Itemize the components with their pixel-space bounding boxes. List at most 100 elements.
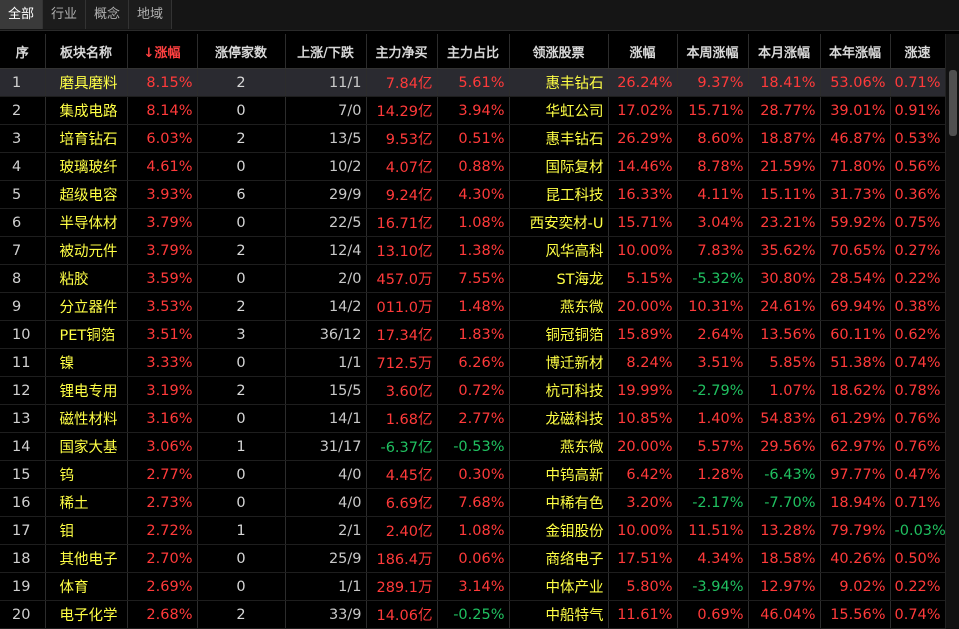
- sector-name-cell: 粘胶: [45, 264, 128, 293]
- col-header-index[interactable]: 序: [0, 34, 46, 69]
- speed-cell: 0.91%: [890, 96, 946, 125]
- up-down-count-cell: 11/1: [285, 68, 367, 97]
- tab-concept[interactable]: 概念: [86, 0, 130, 29]
- vertical-scrollbar[interactable]: [945, 34, 959, 629]
- main-ratio-cell: 0.72%: [437, 376, 510, 405]
- table-row[interactable]: 9 分立器件 3.53% 2 14/2 011.0万 1.48% 燕东微 20.00% 10.31…: [0, 292, 946, 321]
- leading-stock-cell: 华虹公司: [509, 96, 609, 125]
- limit-up-count-cell: 0: [197, 264, 286, 293]
- col-header-month-change[interactable]: 本月涨幅: [748, 34, 821, 69]
- speed-cell: 0.78%: [890, 376, 946, 405]
- row-index-cell: 1: [0, 68, 46, 97]
- sector-change-cell: 2.68%: [127, 600, 198, 629]
- limit-up-count-cell: 0: [197, 544, 286, 573]
- table-row[interactable]: 12 锂电专用 3.19% 2 15/5 3.60亿 0.72% 杭可科技 19.99% -2.7…: [0, 376, 946, 405]
- row-index-cell: 17: [0, 516, 46, 545]
- row-index-cell: 19: [0, 572, 46, 601]
- sector-change-cell: 2.73%: [127, 488, 198, 517]
- up-down-count-cell: 7/0: [285, 96, 367, 125]
- col-header-stock-change[interactable]: 涨幅: [608, 34, 678, 69]
- leading-stock-cell: 杭可科技: [509, 376, 609, 405]
- table-row[interactable]: 16 稀土 2.73% 0 4/0 6.69亿 7.68% 中稀有色 3.20% -2.17% -7…: [0, 488, 946, 517]
- sector-change-cell: 2.69%: [127, 572, 198, 601]
- table-row[interactable]: 19 体育 2.69% 0 1/1 289.1万 3.14% 中体产业 5.80% -3.94% 1…: [0, 572, 946, 601]
- year-change-cell: 51.38%: [820, 348, 891, 377]
- table-row[interactable]: 8 粘胶 3.59% 0 2/0 457.0万 7.55% ST海龙 5.15% -5.32% 30…: [0, 264, 946, 293]
- month-change-cell: 29.56%: [748, 432, 821, 461]
- tab-region[interactable]: 地域: [129, 0, 173, 29]
- tab-industry[interactable]: 行业: [43, 0, 87, 29]
- scrollbar-thumb[interactable]: [949, 70, 957, 136]
- leading-stock-cell: 中钨高新: [509, 460, 609, 489]
- year-change-cell: 15.56%: [820, 600, 891, 629]
- col-header-year-change[interactable]: 本年涨幅: [820, 34, 891, 69]
- sector-change-cell: 6.03%: [127, 124, 198, 153]
- stock-change-cell: 17.51%: [608, 544, 678, 573]
- limit-up-count-cell: 0: [197, 404, 286, 433]
- month-change-cell: 13.56%: [748, 320, 821, 349]
- table-row[interactable]: 1 磨具磨料 8.15% 2 11/1 7.84亿 5.61% 惠丰钻石 26.24% 9.37%…: [0, 68, 946, 97]
- col-header-week-change[interactable]: 本周涨幅: [677, 34, 749, 69]
- week-change-cell: -3.94%: [677, 572, 749, 601]
- table-row[interactable]: 2 集成电路 8.14% 0 7/0 14.29亿 3.94% 华虹公司 17.02% 15.71…: [0, 96, 946, 125]
- table-row[interactable]: 6 半导体材 3.79% 0 22/5 16.71亿 1.08% 西安奕材-U 15.71% 3.…: [0, 208, 946, 237]
- col-header-speed[interactable]: 涨速: [890, 34, 946, 69]
- sector-change-cell: 3.06%: [127, 432, 198, 461]
- month-change-cell: 13.28%: [748, 516, 821, 545]
- year-change-cell: 60.11%: [820, 320, 891, 349]
- limit-up-count-cell: 2: [197, 292, 286, 321]
- table-body: 1 磨具磨料 8.15% 2 11/1 7.84亿 5.61% 惠丰钻石 26.24% 9.37%…: [0, 68, 946, 629]
- month-change-cell: 35.62%: [748, 236, 821, 265]
- table-row[interactable]: 18 其他电子 2.70% 0 25/9 186.4万 0.06% 商络电子 17.51% 4.3…: [0, 544, 946, 573]
- limit-up-count-cell: 2: [197, 68, 286, 97]
- speed-cell: 0.75%: [890, 208, 946, 237]
- table-row[interactable]: 14 国家大基 3.06% 1 31/17 -6.37亿 -0.53% 燕东微 20.00% 5.…: [0, 432, 946, 461]
- limit-up-count-cell: 0: [197, 460, 286, 489]
- col-header-change-sorted[interactable]: ↓涨幅: [127, 34, 198, 69]
- row-index-cell: 11: [0, 348, 46, 377]
- col-header-main-net-buy[interactable]: 主力净买: [366, 34, 438, 69]
- sector-change-cell: 2.77%: [127, 460, 198, 489]
- col-header-up-down[interactable]: 上涨/下跌: [285, 34, 367, 69]
- table-row[interactable]: 7 被动元件 3.79% 2 12/4 13.10亿 1.38% 风华高科 10.00% 7.83…: [0, 236, 946, 265]
- month-change-cell: 15.11%: [748, 180, 821, 209]
- sector-name-cell: 钼: [45, 516, 128, 545]
- table-row[interactable]: 17 钼 2.72% 1 2/1 2.40亿 1.08% 金钼股份 10.00% 11.51% 13…: [0, 516, 946, 545]
- table-row[interactable]: 5 超级电容 3.93% 6 29/9 9.24亿 4.30% 昆工科技 16.33% 4.11%…: [0, 180, 946, 209]
- table-row[interactable]: 13 磁性材料 3.16% 0 14/1 1.68亿 2.77% 龙磁科技 10.85% 1.40…: [0, 404, 946, 433]
- week-change-cell: 1.28%: [677, 460, 749, 489]
- col-header-limit-up-count[interactable]: 涨停家数: [197, 34, 286, 69]
- up-down-count-cell: 10/2: [285, 152, 367, 181]
- col-header-sector-name[interactable]: 板块名称: [45, 34, 128, 69]
- week-change-cell: -5.32%: [677, 264, 749, 293]
- up-down-count-cell: 4/0: [285, 460, 367, 489]
- table-row[interactable]: 3 培育钻石 6.03% 2 13/5 9.53亿 0.51% 惠丰钻石 26.29% 8.60%…: [0, 124, 946, 153]
- row-index-cell: 10: [0, 320, 46, 349]
- stock-change-cell: 16.33%: [608, 180, 678, 209]
- leading-stock-cell: 惠丰钻石: [509, 124, 609, 153]
- week-change-cell: -2.79%: [677, 376, 749, 405]
- col-header-leading-stock[interactable]: 领涨股票: [509, 34, 609, 69]
- month-change-cell: 28.77%: [748, 96, 821, 125]
- table-row[interactable]: 20 电子化学 2.68% 2 33/9 14.06亿 -0.25% 中船特气 11.61% 0.…: [0, 600, 946, 629]
- main-ratio-cell: 1.08%: [437, 516, 510, 545]
- table-row[interactable]: 15 钨 2.77% 0 4/0 4.45亿 0.30% 中钨高新 6.42% 1.28% -6.4…: [0, 460, 946, 489]
- sort-indicator-icon: ↓: [143, 45, 155, 61]
- stock-change-cell: 17.02%: [608, 96, 678, 125]
- speed-cell: 0.38%: [890, 292, 946, 321]
- main-net-buy-cell: 17.34亿: [366, 320, 438, 349]
- up-down-count-cell: 31/17: [285, 432, 367, 461]
- table-row[interactable]: 11 镍 3.33% 0 1/1 712.5万 6.26% 博迁新材 8.24% 3.51% 5.8…: [0, 348, 946, 377]
- col-header-main-ratio[interactable]: 主力占比: [437, 34, 510, 69]
- leading-stock-cell: 燕东微: [509, 432, 609, 461]
- table-row[interactable]: 10 PET铜箔 3.51% 3 36/12 17.34亿 1.83% 铜冠铜箔 15.89% 2…: [0, 320, 946, 349]
- tab-all[interactable]: 全部: [0, 0, 44, 29]
- speed-cell: 0.53%: [890, 124, 946, 153]
- main-net-buy-cell: 7.84亿: [366, 68, 438, 97]
- main-net-buy-cell: 14.06亿: [366, 600, 438, 629]
- main-net-buy-cell: 4.07亿: [366, 152, 438, 181]
- up-down-count-cell: 29/9: [285, 180, 367, 209]
- leading-stock-cell: 风华高科: [509, 236, 609, 265]
- table-row[interactable]: 4 玻璃玻纤 4.61% 0 10/2 4.07亿 0.88% 国际复材 14.46% 8.78%…: [0, 152, 946, 181]
- stock-change-cell: 26.24%: [608, 68, 678, 97]
